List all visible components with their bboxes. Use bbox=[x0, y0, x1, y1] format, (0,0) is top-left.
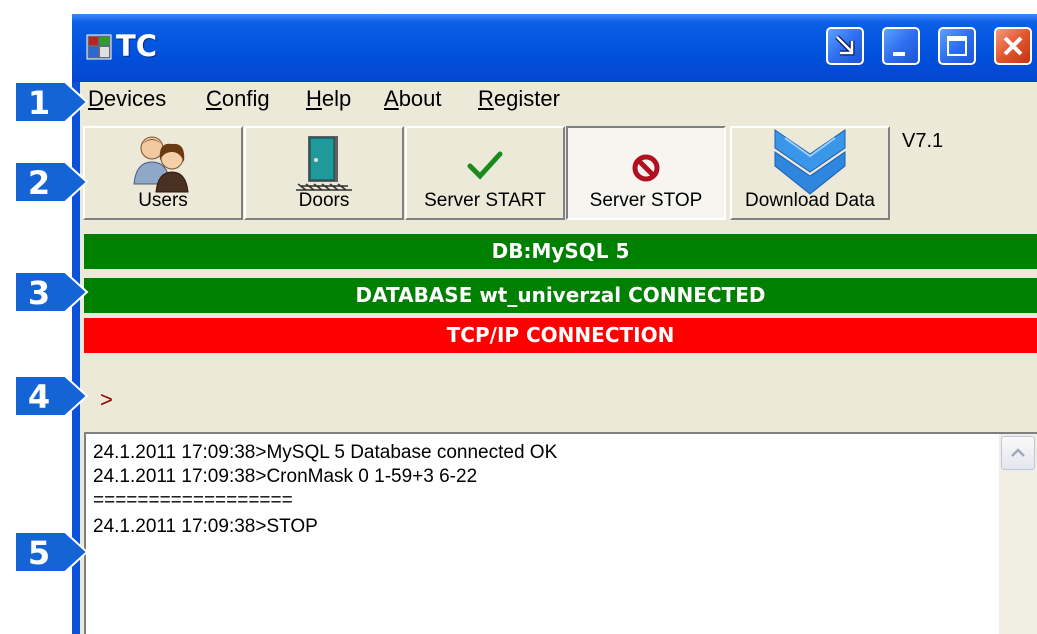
app-icon bbox=[86, 34, 112, 60]
log-line: 24.1.2011 17:09:38>CronMask 0 1-59+3 6-2… bbox=[93, 466, 478, 487]
close-button[interactable] bbox=[994, 27, 1032, 65]
callout-5: 5 bbox=[14, 531, 89, 573]
tcp-status-bar: TCP/IP CONNECTION bbox=[84, 318, 1037, 353]
window-title: TC bbox=[116, 29, 158, 63]
doors-label: Doors bbox=[298, 190, 350, 211]
svg-text:4: 4 bbox=[28, 378, 50, 416]
minimize-button[interactable] bbox=[882, 27, 920, 65]
callout-1: 1 bbox=[14, 81, 89, 123]
download-arrow-icon bbox=[774, 129, 846, 195]
version-label: V7.1 bbox=[902, 130, 944, 152]
restore-arrow-button[interactable] bbox=[826, 27, 864, 65]
log-line: ================== bbox=[93, 490, 293, 511]
menu-bar: Devices Config Help About Register bbox=[80, 82, 1037, 116]
arrow-down-right-icon bbox=[835, 35, 855, 56]
callout-2: 2 bbox=[14, 161, 89, 203]
menu-register[interactable]: Register bbox=[478, 86, 560, 112]
server-start-button[interactable]: Server START bbox=[405, 126, 565, 220]
users-label: Users bbox=[138, 190, 188, 211]
stop-icon bbox=[632, 154, 660, 182]
menu-config[interactable]: Config bbox=[206, 86, 270, 112]
menu-devices[interactable]: Devices bbox=[88, 86, 166, 112]
server-stop-label: Server STOP bbox=[589, 190, 703, 211]
client-area: Devices Config Help About Register Users bbox=[80, 82, 1037, 634]
users-icon bbox=[133, 136, 189, 193]
checkmark-icon bbox=[467, 151, 503, 180]
server-start-label: Server START bbox=[424, 190, 546, 211]
log-line: 24.1.2011 17:09:38>STOP bbox=[93, 516, 318, 537]
chevron-up-icon bbox=[1011, 448, 1025, 457]
db-status-bar: DB:MySQL 5 bbox=[84, 234, 1037, 269]
toolbar: Users Doors Server START Server STOP Dow… bbox=[80, 122, 1037, 224]
callout-3: 3 bbox=[14, 271, 89, 313]
doors-button[interactable]: Doors bbox=[244, 126, 404, 220]
vertical-scrollbar[interactable] bbox=[999, 434, 1037, 634]
minimize-icon bbox=[893, 52, 905, 56]
menu-about[interactable]: About bbox=[384, 86, 442, 112]
command-prompt[interactable]: > bbox=[100, 387, 113, 413]
database-status-bar: DATABASE wt_univerzal CONNECTED bbox=[84, 278, 1037, 313]
svg-text:3: 3 bbox=[28, 274, 50, 312]
users-button[interactable]: Users bbox=[83, 126, 243, 220]
scroll-up-button[interactable] bbox=[1001, 436, 1035, 470]
menu-help[interactable]: Help bbox=[306, 86, 351, 112]
svg-text:2: 2 bbox=[28, 164, 50, 202]
download-data-label: Download Data bbox=[745, 190, 875, 211]
server-stop-button[interactable]: Server STOP bbox=[566, 126, 726, 220]
log-area[interactable]: 24.1.2011 17:09:38>MySQL 5 Database conn… bbox=[84, 432, 1037, 634]
title-bar[interactable]: TC bbox=[72, 14, 1037, 82]
maximize-button[interactable] bbox=[938, 27, 976, 65]
maximize-icon bbox=[947, 36, 967, 56]
callout-4: 4 bbox=[14, 375, 89, 417]
close-icon bbox=[1003, 36, 1023, 56]
app-window: TC Devices Config Help About Register Us… bbox=[72, 14, 1037, 634]
download-data-button[interactable]: Download Data bbox=[730, 126, 890, 220]
svg-text:1: 1 bbox=[28, 84, 50, 122]
door-icon bbox=[296, 136, 352, 191]
svg-text:5: 5 bbox=[28, 534, 50, 572]
log-line: 24.1.2011 17:09:38>MySQL 5 Database conn… bbox=[93, 442, 558, 463]
